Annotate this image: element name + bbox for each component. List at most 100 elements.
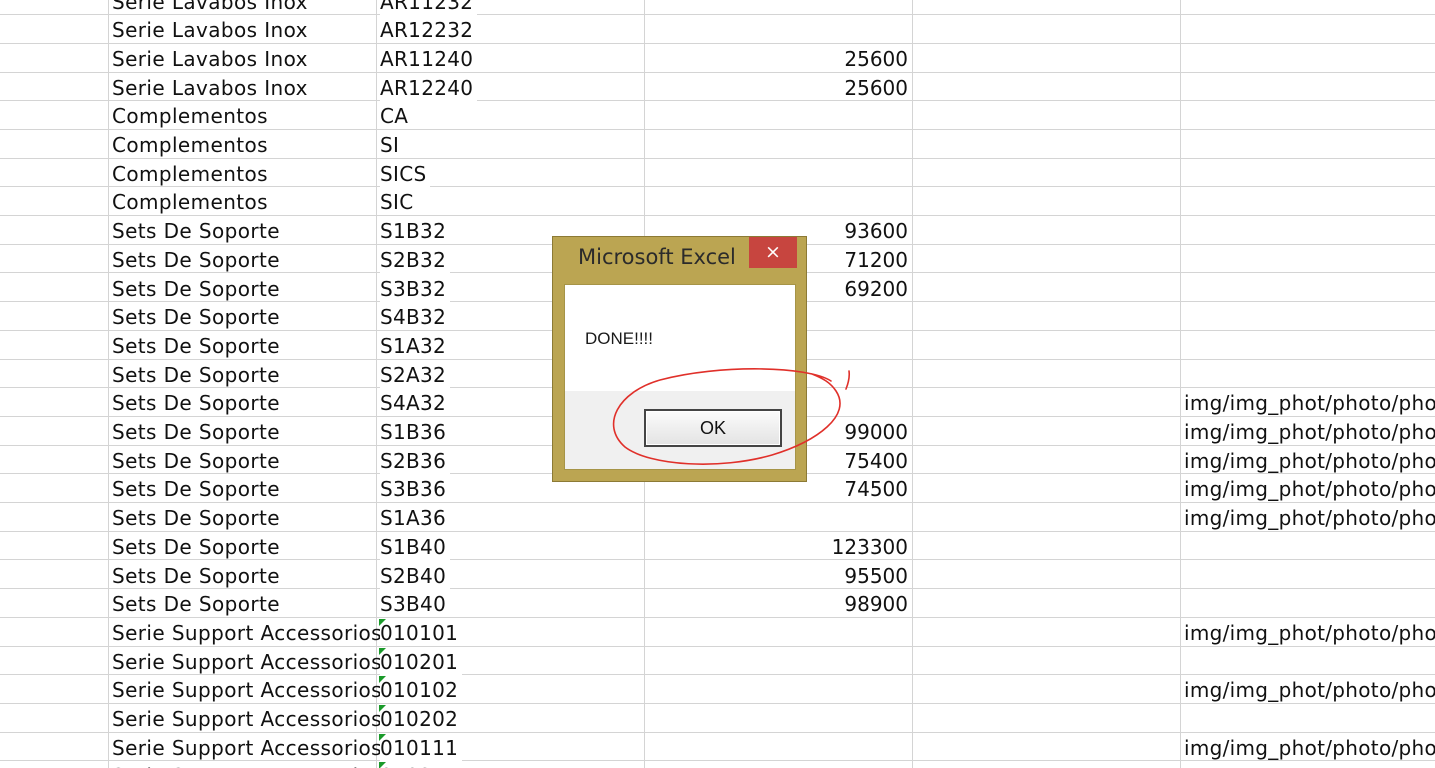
price-cell[interactable]: 123300 <box>646 532 908 560</box>
error-indicator-icon <box>379 733 386 741</box>
category-cell[interactable]: Sets De Soporte <box>112 216 280 244</box>
code-cell[interactable]: 010102 <box>380 675 463 704</box>
code-cell[interactable]: 010101 <box>380 617 463 646</box>
category-cell[interactable]: Sets De Soporte <box>112 417 280 445</box>
close-button[interactable]: × <box>749 237 797 268</box>
price-cell[interactable] <box>646 618 908 646</box>
category-cell[interactable]: Complementos <box>112 101 268 129</box>
code-cell[interactable]: CA <box>380 101 413 130</box>
table-row: Serie Lavabos Inox AR12240 25600 <box>0 72 1435 102</box>
price-cell[interactable] <box>646 159 908 187</box>
category-cell[interactable]: Sets De Soporte <box>112 302 280 330</box>
code-cell[interactable]: S1B36 <box>380 417 451 445</box>
category-cell[interactable]: Serie Support Accessorios <box>112 761 382 768</box>
category-cell[interactable]: Sets De Soporte <box>112 589 280 617</box>
category-cell[interactable]: Serie Lavabos Inox <box>112 73 308 101</box>
code-cell[interactable]: AR12240 <box>380 72 478 101</box>
price-cell[interactable] <box>646 675 908 703</box>
code-cell[interactable]: SI <box>380 130 404 158</box>
code-cell[interactable]: 010202 <box>380 704 463 732</box>
table-row: Serie Support Accessorios 010202 <box>0 704 1435 733</box>
category-cell[interactable]: Complementos <box>112 159 268 187</box>
table-row: Serie Support Accessorios 010111 img/img_p… <box>0 732 1435 762</box>
code-cell[interactable]: S2B32 <box>380 244 451 273</box>
code-cell[interactable]: S4A32 <box>380 388 451 417</box>
price-cell[interactable]: 98900 <box>646 589 908 617</box>
price-cell[interactable] <box>646 130 908 158</box>
price-cell[interactable] <box>646 0 908 15</box>
price-cell[interactable]: 25600 <box>646 73 908 101</box>
code-cell[interactable]: 010211 <box>380 761 463 768</box>
code-cell[interactable]: AR12232 <box>380 15 478 44</box>
price-cell[interactable] <box>646 187 908 215</box>
code-cell[interactable]: S3B32 <box>380 273 451 302</box>
category-cell[interactable]: Sets De Soporte <box>112 388 280 416</box>
category-cell[interactable]: Complementos <box>112 187 268 215</box>
category-cell[interactable]: Serie Support Accessorios <box>112 647 382 675</box>
dialog-message: DONE!!!! <box>585 329 654 348</box>
image-path-cell[interactable]: img/img_phot/photo/pho <box>1184 503 1435 531</box>
table-row: Complementos CA <box>0 101 1435 130</box>
image-path-cell[interactable]: img/img_phot/photo/pho <box>1184 618 1435 646</box>
code-cell[interactable]: S2B40 <box>380 560 451 589</box>
code-cell[interactable]: SIC <box>380 187 418 216</box>
price-cell[interactable] <box>646 101 908 129</box>
price-cell[interactable] <box>646 761 908 768</box>
category-cell[interactable]: Sets De Soporte <box>112 331 280 359</box>
code-cell[interactable]: SICS <box>380 158 431 187</box>
table-row: Serie Support Accessorios 010201 <box>0 646 1435 676</box>
image-path-cell[interactable]: img/img_phot/photo/pho <box>1184 417 1435 445</box>
image-path-cell[interactable]: img/img_phot/photo/pho <box>1184 675 1435 703</box>
table-row: Serie Lavabos Inox AR11240 25600 <box>0 43 1435 73</box>
category-cell[interactable]: Sets De Soporte <box>112 474 280 502</box>
code-cell[interactable]: S4B32 <box>380 302 451 331</box>
image-path-cell[interactable]: img/img_phot/photo/pho <box>1184 733 1435 761</box>
category-cell[interactable]: Serie Support Accessorios <box>112 704 382 732</box>
image-path-cell[interactable]: img/img_phot/photo/pho <box>1184 474 1435 502</box>
code-cell[interactable]: S3B40 <box>380 589 451 618</box>
code-cell[interactable]: S1B40 <box>380 531 451 560</box>
category-cell[interactable]: Serie Support Accessorios <box>112 675 382 703</box>
code-cell[interactable]: S1A36 <box>380 503 451 532</box>
category-cell[interactable]: Serie Lavabos Inox <box>112 15 308 43</box>
image-path-cell[interactable]: img/img_phot/photo/pho <box>1184 446 1435 474</box>
category-cell[interactable]: Serie Support Accessorios <box>112 733 382 761</box>
category-cell[interactable]: Serie Support Accessorios <box>112 618 382 646</box>
error-indicator-icon <box>379 705 386 712</box>
category-cell[interactable]: Sets De Soporte <box>112 360 280 388</box>
price-cell[interactable] <box>646 503 908 531</box>
category-cell[interactable]: Sets De Soporte <box>112 532 280 560</box>
code-cell[interactable]: S1A32 <box>380 330 451 359</box>
price-cell[interactable] <box>646 647 908 675</box>
dialog-title: Microsoft Excel <box>578 245 736 269</box>
code-cell[interactable]: 010201 <box>380 646 463 675</box>
ok-button[interactable]: OK <box>644 409 782 447</box>
code-cell[interactable]: 010111 <box>380 732 463 761</box>
category-cell[interactable]: Sets De Soporte <box>112 503 280 531</box>
close-icon: × <box>765 241 781 263</box>
table-row: Sets De Soporte S2B40 95500 <box>0 560 1435 590</box>
category-cell[interactable]: Sets De Soporte <box>112 446 280 474</box>
dialog-footer: OK <box>565 391 795 469</box>
code-cell[interactable]: S2A32 <box>380 359 451 388</box>
price-cell[interactable]: 25600 <box>646 44 908 72</box>
category-cell[interactable]: Serie Lavabos Inox <box>112 0 308 15</box>
price-cell[interactable] <box>646 704 908 732</box>
table-row: Sets De Soporte S1B40 123300 <box>0 531 1435 561</box>
error-indicator-icon <box>379 676 386 684</box>
category-cell[interactable]: Sets De Soporte <box>112 274 280 302</box>
category-cell[interactable]: Serie Lavabos Inox <box>112 44 308 72</box>
code-cell[interactable]: AR11232 <box>380 0 478 15</box>
image-path-cell[interactable]: img/img_phot/photo/pho <box>1184 388 1435 416</box>
category-cell[interactable]: Complementos <box>112 130 268 158</box>
table-row: Serie Lavabos Inox AR12232 <box>0 15 1435 44</box>
category-cell[interactable]: Sets De Soporte <box>112 245 280 273</box>
code-cell[interactable]: S1B32 <box>380 216 451 245</box>
code-cell[interactable]: AR11240 <box>380 43 478 72</box>
price-cell[interactable] <box>646 733 908 761</box>
code-cell[interactable]: S3B36 <box>380 474 451 503</box>
price-cell[interactable] <box>646 15 908 43</box>
category-cell[interactable]: Sets De Soporte <box>112 561 280 589</box>
price-cell[interactable]: 95500 <box>646 561 908 589</box>
code-cell[interactable]: S2B36 <box>380 445 451 474</box>
